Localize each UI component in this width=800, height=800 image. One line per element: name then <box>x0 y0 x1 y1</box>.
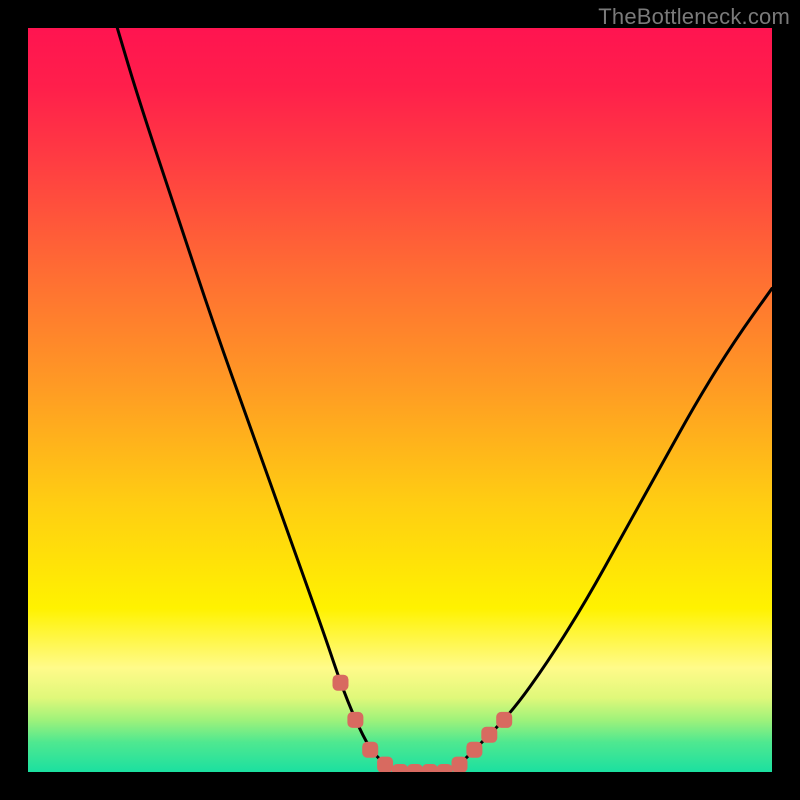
curve-marker <box>347 712 363 728</box>
curve-marker <box>362 742 378 758</box>
curve-marker <box>437 764 453 772</box>
curve-marker <box>392 764 408 772</box>
bottleneck-chart <box>28 28 772 772</box>
bottleneck-curve-path <box>117 28 772 772</box>
curve-marker <box>422 764 438 772</box>
curve-marker <box>481 727 497 743</box>
curve-marker <box>466 742 482 758</box>
chart-frame: TheBottleneck.com <box>0 0 800 800</box>
curve-marker <box>333 675 349 691</box>
curve-marker <box>407 764 423 772</box>
curve-marker <box>452 757 468 772</box>
curve-marker <box>377 757 393 772</box>
marker-group <box>333 675 513 772</box>
plot-area <box>28 28 772 772</box>
curve-marker <box>496 712 512 728</box>
watermark-text: TheBottleneck.com <box>598 4 790 30</box>
